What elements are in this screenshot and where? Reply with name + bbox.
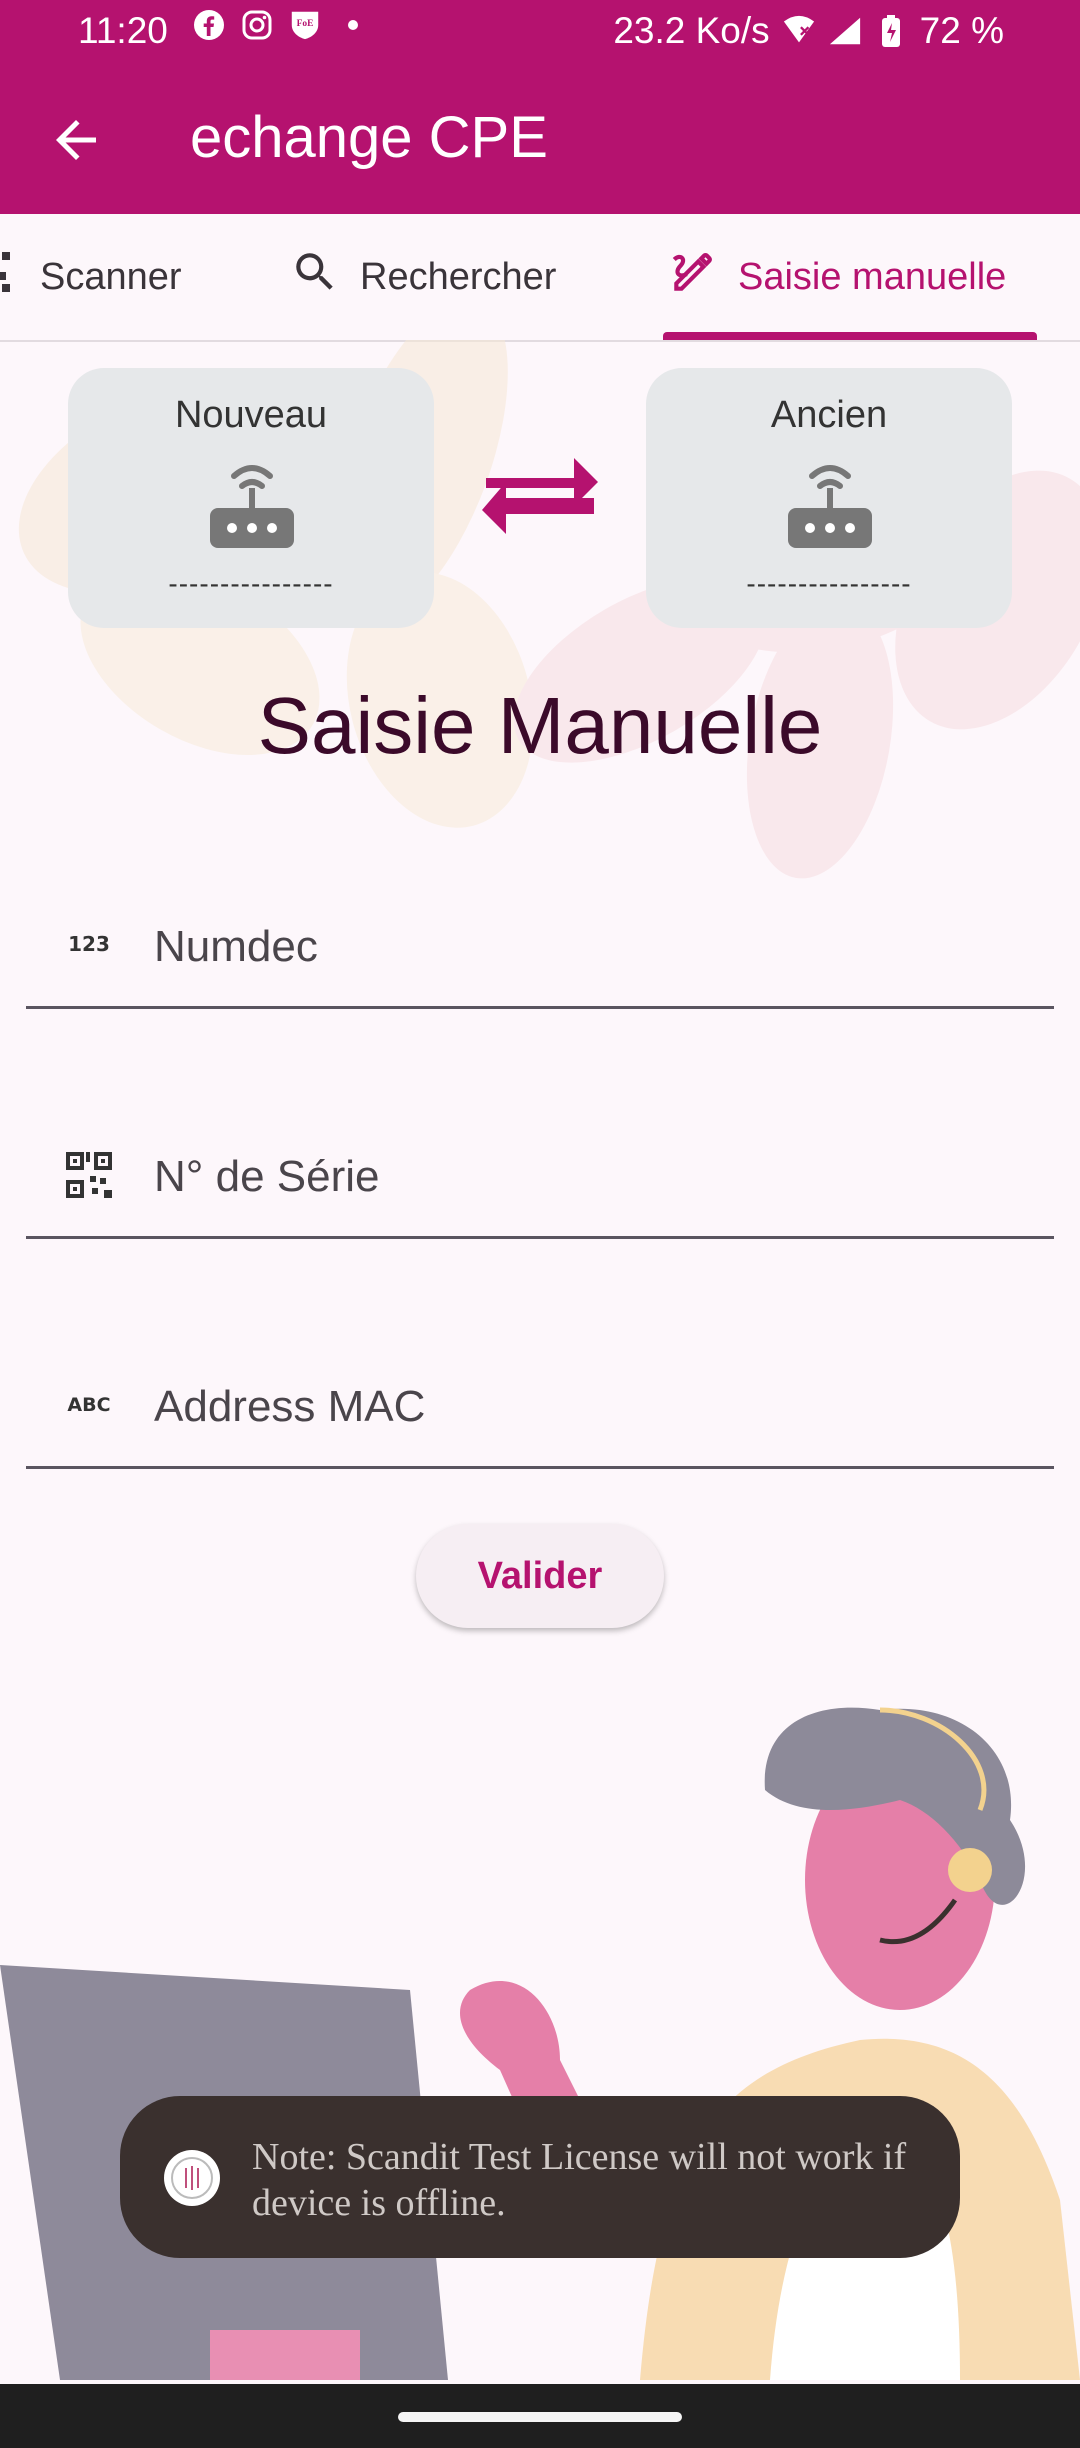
tab-rechercher[interactable]: Rechercher [290, 214, 556, 340]
scandit-logo-icon [162, 2148, 222, 2208]
battery-icon [874, 14, 908, 48]
tab-scanner[interactable]: Scanner [0, 214, 182, 340]
network-speed: 23.2 Ko/s [613, 10, 770, 51]
signal-icon [828, 14, 862, 48]
system-navigation-bar [0, 2384, 1080, 2448]
dot-icon [336, 8, 370, 42]
tab-bar: Scanner Rechercher Saisie manuelle [0, 214, 1080, 342]
wifi-icon [782, 14, 816, 48]
instagram-icon [240, 8, 274, 42]
swap-arrows-icon[interactable] [478, 448, 602, 548]
form-heading: Saisie Manuelle [257, 681, 823, 770]
status-time: 11:20 [78, 10, 168, 51]
old-device-label: Ancien [770, 394, 888, 436]
arrow-back-icon[interactable] [46, 110, 106, 170]
search-icon [290, 247, 340, 307]
page-title: echange CPE [190, 105, 548, 170]
router-icon [784, 456, 876, 552]
new-device-label: Nouveau [174, 394, 328, 436]
tab-label: Saisie manuelle [738, 255, 1007, 298]
toast-text: Note: Scandit Test License will not work… [252, 2136, 907, 2224]
tab-label: Rechercher [360, 255, 557, 298]
foe-shield-icon: FoE [288, 8, 322, 42]
new-device-card[interactable]: Nouveau ---------------- [68, 368, 434, 628]
qr-code-icon [0, 248, 20, 306]
svg-text:123: 123 [68, 932, 110, 956]
svg-text:ABC: ABC [67, 1394, 110, 1416]
new-device-value: ---------------- [168, 568, 334, 599]
app-bar: echange CPE [0, 66, 1080, 214]
serial-number-input[interactable] [152, 1136, 1016, 1218]
serial-number-field [26, 1096, 1054, 1239]
numdec-field: 123 [26, 866, 1054, 1009]
toast-message: Note: Scandit Test License will not work… [120, 2096, 960, 2258]
facebook-icon [192, 8, 226, 42]
qr-code-icon [64, 1150, 114, 1200]
numbers-123-icon: 123 [64, 920, 114, 970]
status-bar: 11:20 FoE 23.2 Ko/s 72 % [0, 0, 1080, 66]
old-device-card[interactable]: Ancien ---------------- [646, 368, 1012, 628]
mac-address-field: ABC [26, 1326, 1054, 1469]
numdec-input[interactable] [152, 906, 1016, 988]
svg-text:FoE: FoE [297, 19, 314, 29]
tab-label: Scanner [40, 255, 182, 298]
home-gesture-handle[interactable] [398, 2412, 682, 2422]
battery-level: 72 % [919, 10, 1004, 51]
tab-saisie-manuelle[interactable]: Saisie manuelle [668, 214, 1006, 340]
router-icon [206, 456, 298, 552]
valider-button[interactable]: Valider [416, 1524, 664, 1628]
abc-icon: ABC [64, 1380, 114, 1430]
edit-pen-icon [668, 247, 718, 307]
tab-indicator [663, 332, 1037, 340]
old-device-value: ---------------- [746, 568, 912, 599]
mac-address-input[interactable] [152, 1366, 1016, 1448]
